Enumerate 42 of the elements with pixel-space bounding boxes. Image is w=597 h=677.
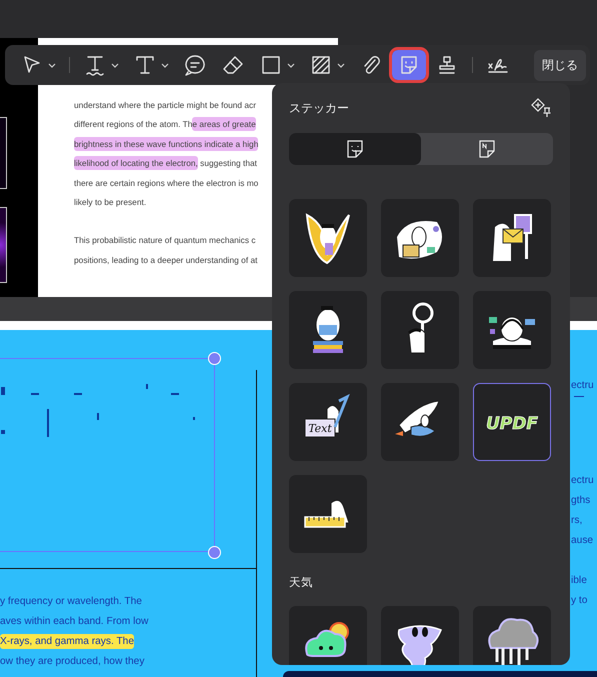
text-line: positions, leading to a deeper understanding of at xyxy=(74,254,258,267)
sticker-icon xyxy=(345,139,365,159)
add-pin-icon[interactable] xyxy=(531,98,553,118)
text-line: different regions of the atom. The areas of greate xyxy=(74,116,257,134)
sticker-tile[interactable] xyxy=(381,383,459,461)
note-icon xyxy=(477,139,497,159)
text-line: This probabilistic nature of quantum mechanics c xyxy=(74,234,257,248)
sticker-tile[interactable] xyxy=(289,475,367,553)
sticker-tile[interactable]: Text xyxy=(289,383,367,461)
text-line: rs, xyxy=(571,514,584,528)
text-line: likely to be present. xyxy=(74,196,148,210)
text-line: ow they are produced, how they xyxy=(0,655,146,669)
sticker-tile[interactable] xyxy=(473,199,551,277)
sticker-tile[interactable] xyxy=(289,199,367,277)
sticker-text: UPDF xyxy=(486,414,538,434)
sticker-tile[interactable] xyxy=(289,606,367,665)
text-line: ectru xyxy=(571,379,594,393)
text-line: gths xyxy=(571,494,592,508)
sticker-tile[interactable] xyxy=(381,199,459,277)
page-thumbnail[interactable] xyxy=(0,117,7,189)
close-button[interactable]: 閉じる xyxy=(534,50,586,80)
panel-title: ステッカー xyxy=(289,100,349,116)
resize-handle[interactable] xyxy=(208,546,221,559)
sticker-tile[interactable] xyxy=(381,291,459,369)
sticker-tile[interactable]: UPDF xyxy=(473,383,551,461)
text-line: ible xyxy=(571,574,588,588)
text-line: ectru xyxy=(571,474,594,488)
sticker-tile[interactable] xyxy=(289,291,367,369)
section-title: 天気 xyxy=(289,575,314,590)
sticker-tile[interactable] xyxy=(473,606,551,665)
text-line: ause xyxy=(571,534,594,548)
resize-handle[interactable] xyxy=(208,352,221,365)
text-line: likelihood of locating the electron, suggesting that xyxy=(74,155,258,172)
sticker-tile[interactable] xyxy=(381,606,459,665)
text-line: y frequency or wavelength. The xyxy=(0,595,143,609)
sticker-tile[interactable] xyxy=(473,291,551,369)
text-sign-sticker: Text xyxy=(297,391,359,453)
text-line: aves within each band. From low xyxy=(0,615,150,629)
page-thumbnail[interactable] xyxy=(0,207,7,283)
text-line: y to xyxy=(571,594,588,608)
text-line: understand where the particle might be found acr xyxy=(74,99,258,112)
text-line: there are certain regions where the electron is mo xyxy=(74,176,260,190)
